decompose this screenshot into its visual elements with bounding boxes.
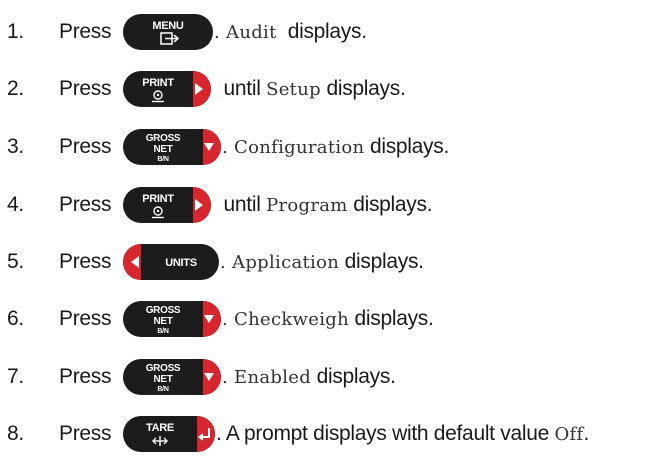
- step-1: 1. Press MENU . Audit displays.: [0, 12, 663, 52]
- key-line-1: GROSS: [146, 305, 181, 316]
- press-label: Press: [59, 250, 112, 273]
- display-value: Configuration: [234, 137, 365, 158]
- press-label: Press: [59, 365, 112, 388]
- key-line-3: B/N: [157, 386, 168, 393]
- gross-net-key-icon[interactable]: GROSS NET B/N: [123, 359, 221, 395]
- step-text: . Application displays.: [220, 250, 424, 273]
- print-key-icon[interactable]: PRINT: [123, 71, 211, 107]
- step-5: 5. Press UNITS . Application displays.: [0, 242, 663, 282]
- step-4: 4. Press PRINT until Program displays.: [0, 185, 663, 225]
- display-value: Enabled: [234, 367, 312, 388]
- step-text: . Configuration displays.: [222, 135, 449, 158]
- step-2: 2. Press PRINT until Setup displays.: [0, 69, 663, 109]
- step-3: 3. Press GROSS NET B/N . Configuration d…: [0, 127, 663, 167]
- print-key-icon[interactable]: PRINT: [123, 187, 211, 223]
- key-line-1: UNITS: [165, 257, 197, 269]
- step-number: 6.: [7, 307, 24, 330]
- key-line-1: MENU: [152, 20, 184, 32]
- key-line-1: GROSS: [146, 133, 181, 144]
- display-value: Setup: [266, 79, 321, 100]
- display-value: Application: [232, 252, 340, 273]
- step-number: 7.: [7, 365, 24, 388]
- press-label: Press: [59, 77, 112, 100]
- step-number: 2.: [7, 77, 24, 100]
- step-number: 1.: [7, 20, 24, 43]
- key-line-3: B/N: [157, 328, 168, 335]
- step-number: 3.: [7, 135, 24, 158]
- step-7: 7. Press GROSS NET B/N . Enabled display…: [0, 357, 663, 397]
- step-number: 8.: [7, 422, 24, 445]
- key-line-1: PRINT: [142, 193, 174, 205]
- tare-key-icon[interactable]: TARE: [123, 416, 215, 452]
- step-text: until Program displays.: [218, 193, 433, 216]
- step-text: . Enabled displays.: [222, 365, 396, 388]
- step-text: . Checkweigh displays.: [222, 307, 434, 330]
- press-label: Press: [59, 193, 112, 216]
- key-line-1: TARE: [146, 422, 174, 434]
- step-6: 6. Press GROSS NET B/N . Checkweigh disp…: [0, 299, 663, 339]
- key-line-1: PRINT: [142, 77, 174, 89]
- key-line-1: GROSS: [146, 363, 181, 374]
- display-value: Off: [554, 424, 584, 445]
- step-text: . Audit displays.: [214, 20, 367, 43]
- gross-net-key-icon[interactable]: GROSS NET B/N: [123, 129, 221, 165]
- step-8: 8. Press TARE . A prompt displays with d…: [0, 414, 663, 454]
- press-label: Press: [59, 20, 112, 43]
- press-label: Press: [59, 135, 112, 158]
- press-label: Press: [59, 307, 112, 330]
- display-value: Checkweigh: [234, 309, 349, 330]
- step-number: 4.: [7, 193, 24, 216]
- gross-net-key-icon[interactable]: GROSS NET B/N: [123, 301, 221, 337]
- display-value: Program: [266, 195, 348, 216]
- press-label: Press: [59, 422, 112, 445]
- key-line-2: NET: [153, 374, 172, 385]
- step-text: until Setup displays.: [218, 77, 406, 100]
- display-value: Audit: [226, 22, 277, 43]
- units-key-icon[interactable]: UNITS: [123, 244, 219, 280]
- step-number: 5.: [7, 250, 24, 273]
- menu-key-icon[interactable]: MENU: [123, 14, 213, 50]
- key-line-3: B/N: [157, 156, 168, 163]
- step-text: . A prompt displays with default value O…: [216, 422, 590, 445]
- key-line-2: NET: [153, 316, 172, 327]
- key-line-2: NET: [153, 144, 172, 155]
